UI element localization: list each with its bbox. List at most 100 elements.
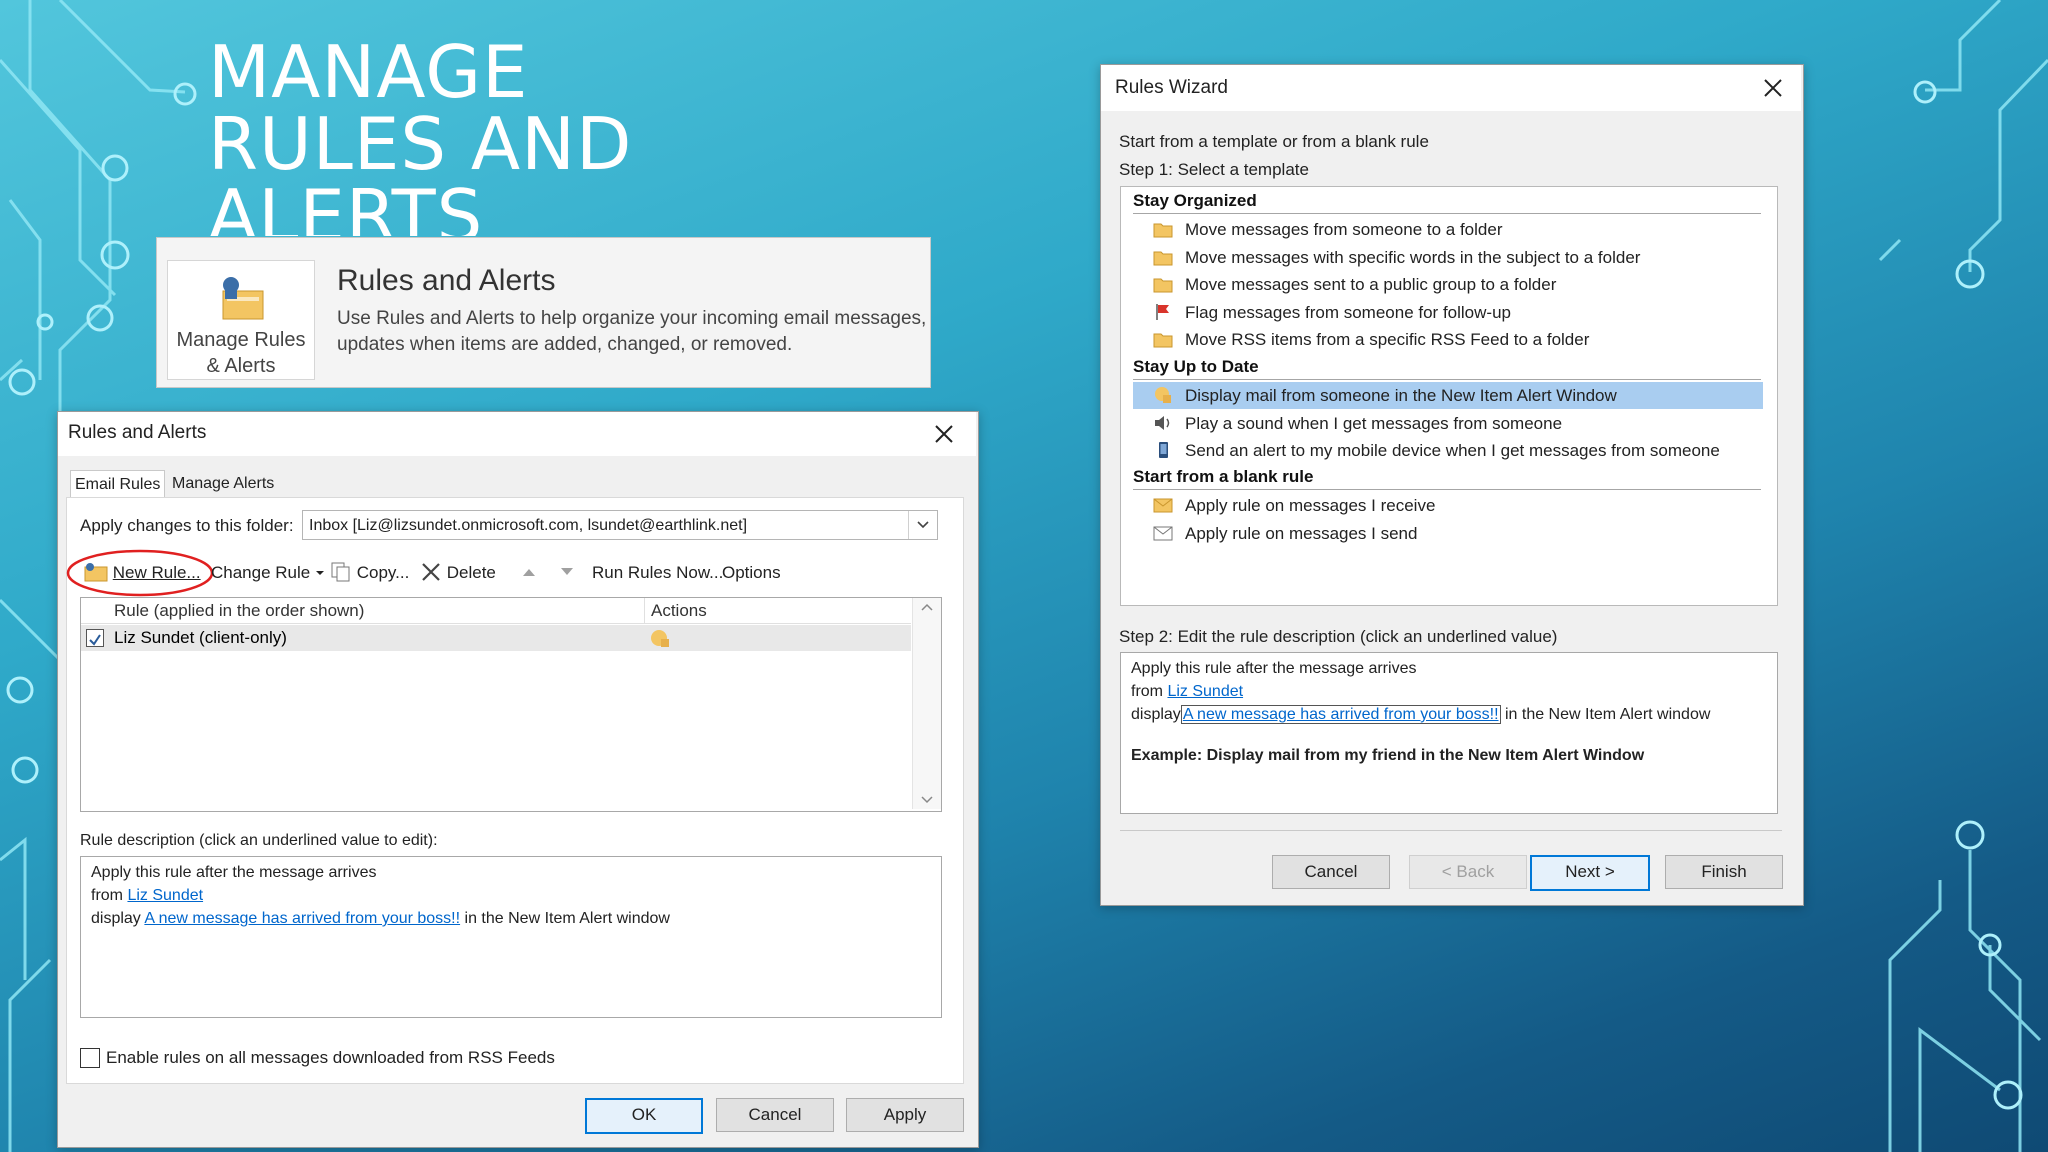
wizard-intro: Start from a template or from a blank ru…	[1119, 132, 1429, 151]
wizard-divider	[1120, 830, 1782, 831]
desc-from-prefix: from	[91, 887, 123, 904]
wizard-desc-display-link[interactable]: A new message has arrived from your boss…	[1180, 705, 1501, 724]
rules-scrollbar[interactable]	[912, 598, 941, 809]
envelope-icon	[1153, 498, 1173, 513]
folder-label: Apply changes to this folder:	[80, 516, 294, 535]
flag-icon	[1156, 304, 1169, 320]
wizard-next-button[interactable]: Next >	[1530, 855, 1650, 891]
wizard-desc-from-link[interactable]: Liz Sundet	[1167, 683, 1243, 700]
wizard-step1-label: Step 1: Select a template	[1119, 160, 1309, 179]
template-label: Flag messages from someone for follow-up	[1185, 303, 1511, 322]
template-item[interactable]: Move messages with specific words in the…	[1133, 244, 1763, 271]
template-label: Play a sound when I get messages from so…	[1185, 414, 1563, 433]
scroll-up-icon[interactable]	[913, 598, 941, 618]
template-list: Stay Organized Move messages from someon…	[1120, 186, 1778, 606]
template-item[interactable]: Send an alert to my mobile device when I…	[1133, 437, 1763, 464]
wizard-finish-button[interactable]: Finish	[1665, 855, 1783, 889]
alert-action-icon	[651, 630, 669, 647]
ribbon-description: Use Rules and Alerts to help organize yo…	[337, 308, 927, 355]
rss-checkbox[interactable]	[80, 1048, 100, 1068]
move-up-icon[interactable]	[522, 566, 536, 578]
template-item[interactable]: Move RSS items from a specific RSS Feed …	[1133, 326, 1763, 353]
template-label: Display mail from someone in the New Ite…	[1185, 386, 1617, 405]
template-item[interactable]: Apply rule on messages I send	[1133, 520, 1763, 547]
rules-wizard-title: Rules Wizard	[1115, 77, 1228, 98]
folder-value: Inbox [Liz@lizsundet.onmicrosoft.com, ls…	[309, 517, 748, 534]
rules-alerts-icon	[222, 277, 264, 320]
manage-rules-alerts-label: Manage Rules & Alerts	[176, 329, 306, 377]
rules-list: Rule (applied in the order shown) Action…	[80, 597, 942, 812]
tab-email-rules[interactable]: Email Rules	[70, 470, 166, 499]
apply-button[interactable]: Apply	[846, 1098, 964, 1132]
rule-name: Liz Sundet (client-only)	[114, 628, 287, 647]
delete-label: Delete	[446, 563, 496, 582]
desc-line-display: display A new message has arrived from y…	[91, 907, 670, 930]
template-label: Move messages from someone to a folder	[1185, 220, 1503, 239]
column-header-actions[interactable]: Actions	[645, 598, 911, 624]
copy-icon	[331, 562, 350, 582]
delete-button[interactable]: Delete	[420, 560, 496, 586]
copy-button[interactable]: Copy...	[330, 560, 409, 586]
wizard-back-button[interactable]: < Back	[1409, 855, 1527, 889]
rule-checkbox[interactable]	[86, 629, 104, 647]
options-label: Options	[722, 563, 781, 582]
wizard-desc-display-prefix: display	[1131, 706, 1181, 723]
move-down-icon[interactable]	[560, 566, 574, 578]
wizard-desc-from-prefix: from	[1131, 683, 1163, 700]
mobile-icon	[1159, 442, 1168, 458]
change-rule-label: Change Rule	[211, 563, 311, 582]
rss-label: Enable rules on all messages downloaded …	[106, 1048, 555, 1067]
wizard-cancel-button[interactable]: Cancel	[1272, 855, 1390, 889]
checkmark-icon	[89, 634, 101, 646]
dropdown-caret-icon	[315, 571, 324, 575]
template-item[interactable]: Play a sound when I get messages from so…	[1133, 410, 1763, 437]
ribbon-snippet: Manage Rules & Alerts Rules and Alerts U…	[156, 237, 931, 388]
run-rules-label: Run Rules Now...	[592, 563, 724, 582]
rules-alerts-titlebar: Rules and Alerts	[58, 412, 976, 456]
wizard-desc-line-display: display A new message has arrived from yo…	[1131, 703, 1710, 726]
folder-icon	[1153, 251, 1173, 266]
alert-icon	[1155, 387, 1171, 403]
folder-icon	[1153, 278, 1173, 293]
folder-icon	[1153, 333, 1173, 348]
column-header-rule[interactable]: Rule (applied in the order shown)	[81, 598, 645, 624]
wizard-desc-display-suffix: in the New Item Alert window	[1504, 706, 1711, 723]
template-label: Send an alert to my mobile device when I…	[1185, 441, 1720, 460]
folder-icon	[1153, 223, 1173, 238]
template-item[interactable]: Move messages sent to a public group to …	[1133, 271, 1763, 298]
wizard-step2-label: Step 2: Edit the rule description (click…	[1119, 627, 1558, 646]
scroll-down-icon[interactable]	[913, 789, 941, 809]
rules-alerts-title: Rules and Alerts	[68, 422, 207, 443]
ok-button[interactable]: OK	[585, 1098, 703, 1134]
template-item-selected[interactable]: Display mail from someone in the New Ite…	[1133, 382, 1763, 409]
template-label: Apply rule on messages I send	[1185, 524, 1418, 543]
options-button[interactable]: Options	[722, 560, 781, 586]
desc-display-link[interactable]: A new message has arrived from your boss…	[144, 910, 460, 927]
change-rule-button[interactable]: Change Rule	[211, 560, 325, 586]
template-item[interactable]: Move messages from someone to a folder	[1133, 216, 1763, 243]
rule-row[interactable]: Liz Sundet (client-only)	[81, 625, 911, 651]
group-blank-rule: Start from a blank rule	[1133, 467, 1761, 490]
wizard-desc-line-from: from Liz Sundet	[1131, 680, 1243, 703]
wizard-example: Example: Display mail from my friend in …	[1131, 747, 1645, 764]
desc-from-link[interactable]: Liz Sundet	[127, 887, 203, 904]
manage-rules-alerts-button[interactable]: Manage Rules & Alerts	[167, 260, 315, 380]
tab-manage-alerts[interactable]: Manage Alerts	[168, 470, 278, 498]
ribbon-heading: Rules and Alerts	[337, 264, 556, 297]
close-icon[interactable]	[1757, 72, 1789, 104]
template-item[interactable]: Apply rule on messages I receive	[1133, 492, 1763, 519]
cancel-button[interactable]: Cancel	[716, 1098, 834, 1132]
envelope-send-icon	[1153, 526, 1173, 541]
copy-label: Copy...	[356, 563, 410, 582]
highlight-circle	[66, 549, 214, 597]
delete-icon	[422, 563, 440, 581]
folder-select[interactable]: Inbox [Liz@lizsundet.onmicrosoft.com, ls…	[302, 510, 938, 540]
rule-description-box: Apply this rule after the message arrive…	[80, 856, 942, 1018]
template-label: Move messages with specific words in the…	[1185, 248, 1641, 267]
run-rules-now-button[interactable]: Run Rules Now...	[592, 560, 723, 586]
template-item[interactable]: Flag messages from someone for follow-up	[1133, 299, 1763, 326]
desc-display-suffix: in the New Item Alert window	[464, 910, 670, 927]
group-stay-organized: Stay Organized	[1133, 191, 1761, 214]
wizard-desc-line-1: Apply this rule after the message arrive…	[1131, 660, 1417, 677]
close-icon[interactable]	[928, 418, 960, 450]
